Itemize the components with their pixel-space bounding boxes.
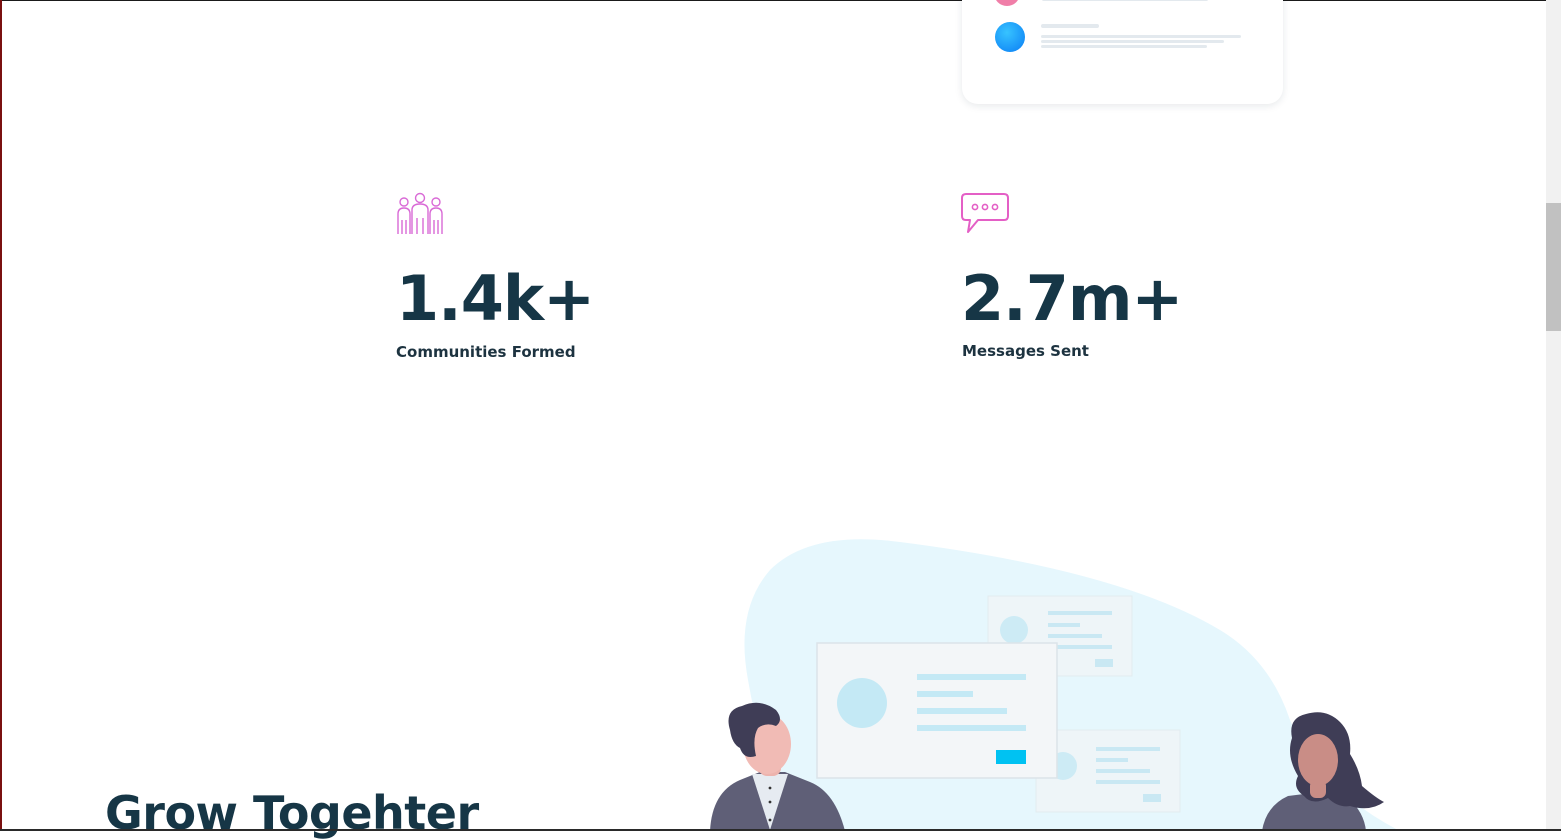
placeholder-line <box>1041 40 1224 43</box>
stat-value: 2.7m+ <box>961 262 1183 335</box>
avatar-pink <box>994 0 1020 6</box>
window-left-border <box>0 0 2 831</box>
avatar-blue <box>995 22 1025 52</box>
section-heading: Grow Togehter <box>105 786 479 840</box>
placeholder-line <box>1042 0 1208 1</box>
chat-bubble-icon <box>961 193 1009 233</box>
placeholder-line <box>1041 35 1241 38</box>
stat-label: Messages Sent <box>962 342 1089 360</box>
team-illustration <box>710 539 1400 831</box>
message-preview-card <box>962 0 1283 104</box>
vertical-scrollbar[interactable] <box>1546 0 1561 831</box>
stat-value: 1.4k+ <box>396 262 595 335</box>
scrollbar-thumb[interactable] <box>1546 203 1561 331</box>
placeholder-line <box>1041 24 1099 28</box>
stat-label: Communities Formed <box>396 343 576 361</box>
community-icon <box>397 192 443 234</box>
window-top-border <box>0 0 1561 1</box>
placeholder-line <box>1041 45 1207 48</box>
